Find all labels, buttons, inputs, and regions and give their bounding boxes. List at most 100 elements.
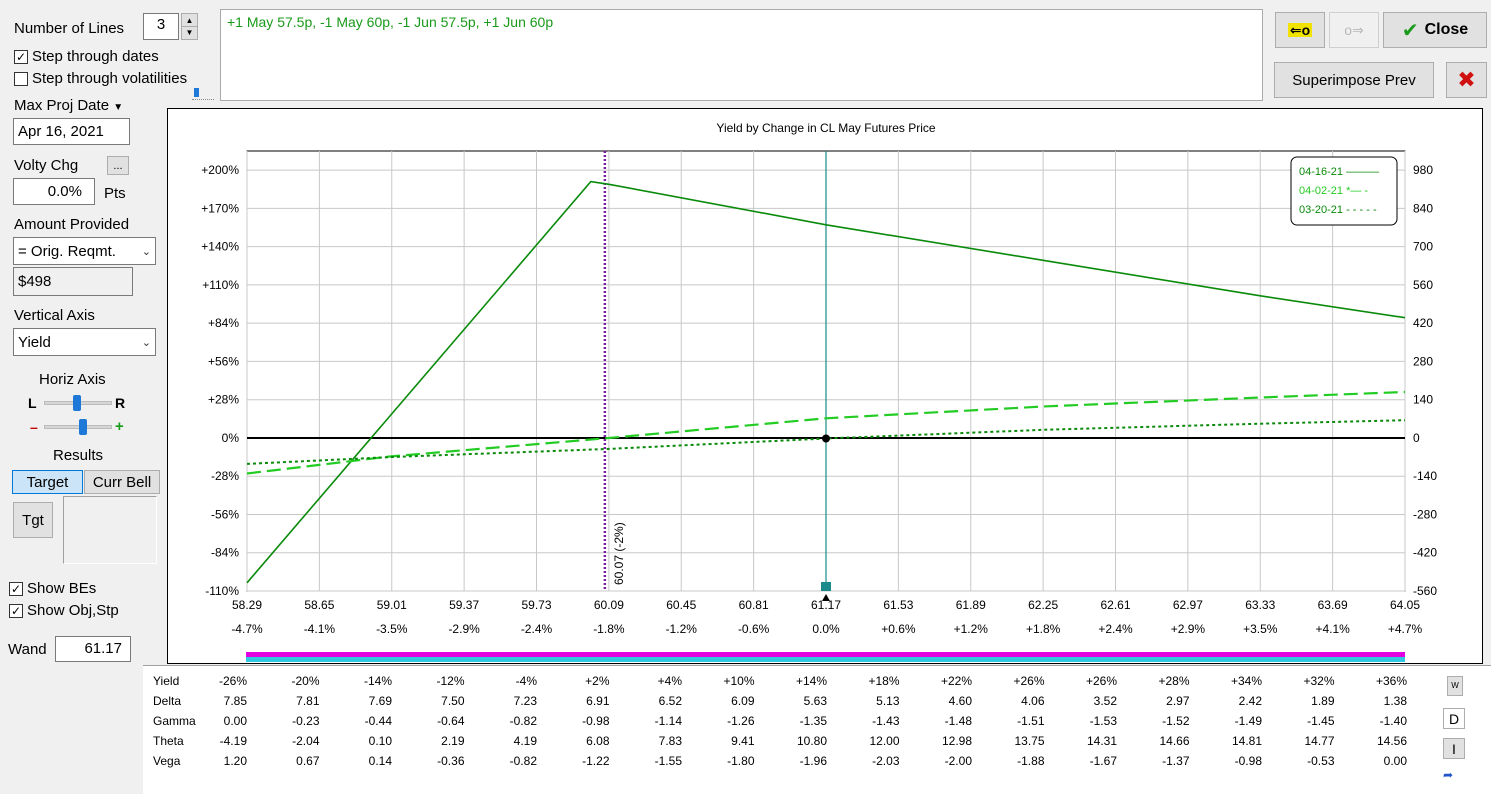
greeks-row-label: Yield	[153, 674, 180, 688]
volty-more-button[interactable]: ...	[107, 156, 129, 175]
spin-down-icon[interactable]: ▼	[182, 27, 197, 39]
greeks-cell: 7.50	[441, 694, 465, 708]
vol-step-thumb[interactable]	[194, 88, 199, 97]
y-left-tick-label: +28%	[208, 393, 239, 407]
horiz-axis-label: Horiz Axis	[39, 371, 106, 388]
y-right-tick-label: 840	[1413, 201, 1433, 215]
d-button[interactable]: D	[1443, 708, 1465, 729]
vol-step-slider[interactable]	[192, 88, 214, 102]
position-description-box[interactable]: +1 May 57.5p, -1 May 60p, -1 Jun 57.5p, …	[220, 9, 1263, 101]
greeks-cell: -1.55	[654, 754, 682, 768]
vertical-axis-value: Yield	[18, 333, 51, 351]
volty-chg-input[interactable]: 0.0%	[13, 178, 95, 205]
y-right-tick-label: -140	[1413, 469, 1437, 483]
greeks-cell: +34%	[1230, 674, 1262, 688]
horiz-axis-thumb[interactable]	[73, 395, 81, 411]
greeks-row-label: Delta	[153, 694, 182, 708]
legend-item: 03-20-21 - - - - -	[1299, 204, 1377, 216]
y-left-tick-label: -84%	[211, 546, 239, 560]
curr-bell-tab-button[interactable]: Curr Bell	[84, 470, 160, 494]
checkbox-checked-icon[interactable]: ✓	[14, 49, 28, 64]
show-bes-checkbox[interactable]: ✓ Show BEs	[9, 580, 96, 597]
y-left-tick-label: +84%	[208, 316, 239, 330]
next-arrow-button[interactable]: o⇒	[1329, 12, 1379, 48]
tgt-button[interactable]: Tgt	[13, 502, 53, 538]
step-dates-checkbox[interactable]: ✓ Step through dates	[14, 48, 159, 65]
greeks-cell: +10%	[723, 674, 755, 688]
x-pct-tick-label: -2.4%	[521, 622, 553, 636]
checkbox-checked-icon[interactable]: ✓	[9, 603, 23, 618]
zoom-thumb[interactable]	[79, 419, 87, 435]
x-tick-label: 62.61	[1100, 598, 1130, 612]
close-button[interactable]: ✔ Close	[1383, 12, 1487, 48]
ww-button[interactable]: W	[1447, 676, 1463, 696]
greeks-cell: 5.63	[803, 694, 827, 708]
show-obj-checkbox[interactable]: ✓ Show Obj,Stp	[9, 602, 119, 619]
amount-provided-select[interactable]: = Orig. Reqmt. ⌄	[13, 237, 156, 265]
num-lines-spinner[interactable]: ▲ ▼	[181, 13, 198, 40]
greeks-cell: -1.67	[1089, 754, 1117, 768]
y-right-tick-label: -560	[1413, 584, 1437, 598]
cancel-button[interactable]: ✖	[1446, 62, 1487, 98]
y-left-tick-label: -28%	[211, 469, 239, 483]
greeks-cell: +14%	[795, 674, 827, 688]
checkbox-unchecked-icon[interactable]	[14, 71, 28, 86]
vertical-axis-select[interactable]: Yield ⌄	[13, 328, 156, 356]
checkbox-checked-icon[interactable]: ✓	[9, 581, 23, 596]
greeks-cell: -26%	[218, 674, 247, 688]
y-left-tick-label: +170%	[201, 201, 239, 215]
x-pct-tick-label: -4.1%	[304, 622, 336, 636]
chevron-down-icon[interactable]: ⌄	[142, 245, 151, 258]
greeks-cell: +28%	[1158, 674, 1190, 688]
greeks-cell: +18%	[868, 674, 900, 688]
x-tick-label: 59.01	[377, 598, 407, 612]
x-pct-tick-label: -3.5%	[376, 622, 408, 636]
greeks-cell: -1.96	[799, 754, 827, 768]
i-button[interactable]: I	[1443, 738, 1465, 759]
results-panel	[63, 496, 157, 564]
y-right-tick-label: 420	[1413, 316, 1433, 330]
x-pct-tick-label: +3.5%	[1243, 622, 1278, 636]
arrow-left-icon: ⇐o	[1287, 22, 1313, 38]
x-tick-label: 63.69	[1318, 598, 1348, 612]
x-pct-tick-label: +1.2%	[954, 622, 989, 636]
greeks-cell: -1.53	[1089, 714, 1117, 728]
max-proj-date-input[interactable]: Apr 16, 2021	[13, 118, 130, 145]
y-right-tick-label: 140	[1413, 393, 1433, 407]
x-tick-label: 61.17	[811, 598, 841, 612]
step-dates-label: Step through dates	[32, 48, 159, 65]
chevron-down-icon[interactable]: ⌄	[142, 336, 151, 349]
spin-up-icon[interactable]: ▲	[182, 14, 197, 27]
zoom-track[interactable]	[44, 425, 112, 429]
i-label: I	[1452, 740, 1456, 757]
greeks-cell: 0.10	[368, 734, 392, 748]
greeks-cell: 14.77	[1304, 734, 1335, 748]
num-lines-label: Number of Lines	[14, 20, 125, 37]
superimpose-prev-button[interactable]: Superimpose Prev	[1274, 62, 1434, 98]
num-lines-input[interactable]: 3	[143, 13, 179, 40]
greeks-cell: -0.82	[509, 714, 537, 728]
greeks-cell: 2.42	[1238, 694, 1262, 708]
chart-svg[interactable]: Yield by Change in CL May Futures Price …	[168, 109, 1484, 665]
greeks-cell: 6.09	[731, 694, 755, 708]
dropdown-arrow-icon[interactable]: ▼	[113, 102, 123, 113]
y-left-tick-label: -110%	[205, 584, 239, 598]
y-left-tick-label: +56%	[208, 354, 239, 368]
greeks-cell: 6.91	[586, 694, 610, 708]
prev-arrow-button[interactable]: ⇐o	[1275, 12, 1325, 48]
step-vols-checkbox[interactable]: Step through volatilities	[14, 70, 187, 87]
y-left-tick-label: -56%	[211, 507, 239, 521]
export-icon[interactable]: ➦	[1443, 768, 1463, 786]
max-proj-label[interactable]: Max Proj Date ▼	[14, 97, 123, 114]
y-right-tick-label: 280	[1413, 354, 1433, 368]
greeks-cell: 0.67	[296, 754, 320, 768]
target-tab-button[interactable]: Target	[12, 470, 83, 494]
x-pct-tick-label: -2.9%	[448, 622, 480, 636]
x-tick-label: 58.65	[304, 598, 334, 612]
chart-frame[interactable]: Yield by Change in CL May Futures Price …	[167, 108, 1483, 664]
greeks-cell: 4.06	[1021, 694, 1045, 708]
wand-input[interactable]: 61.17	[55, 636, 131, 662]
wand-handle[interactable]	[821, 582, 831, 591]
greeks-cell: -0.36	[437, 754, 465, 768]
zoom-plus-label: +	[115, 418, 124, 435]
